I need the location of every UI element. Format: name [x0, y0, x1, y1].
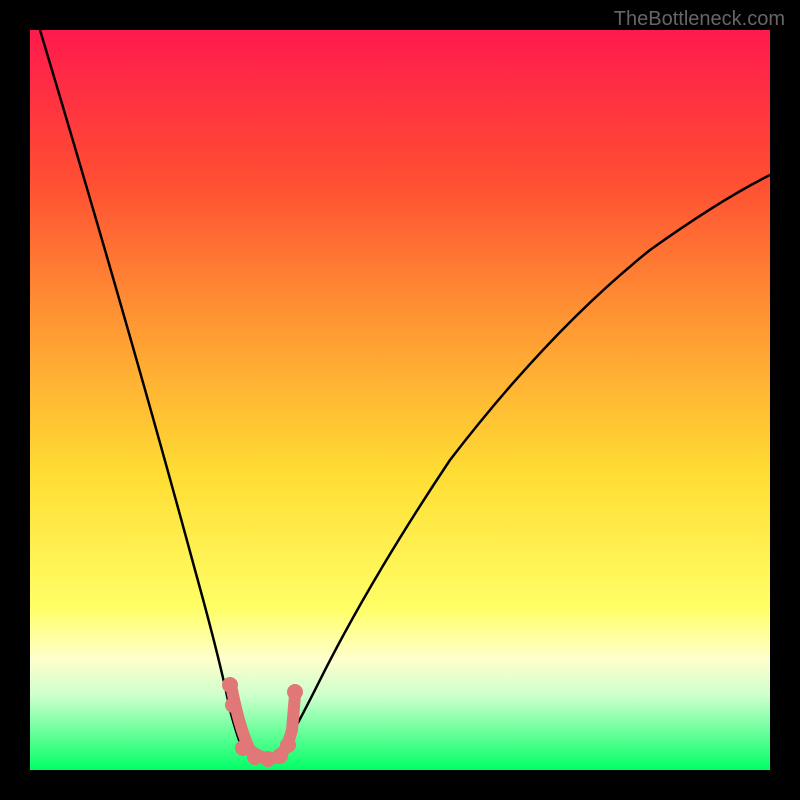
marker-dot [280, 737, 296, 753]
chart-svg [30, 30, 770, 770]
marker-dot [287, 684, 303, 700]
chart-area [30, 30, 770, 770]
marker-dot [222, 677, 238, 693]
gradient-background [30, 30, 770, 770]
watermark-text: TheBottleneck.com [614, 8, 785, 31]
marker-dot [225, 697, 241, 713]
